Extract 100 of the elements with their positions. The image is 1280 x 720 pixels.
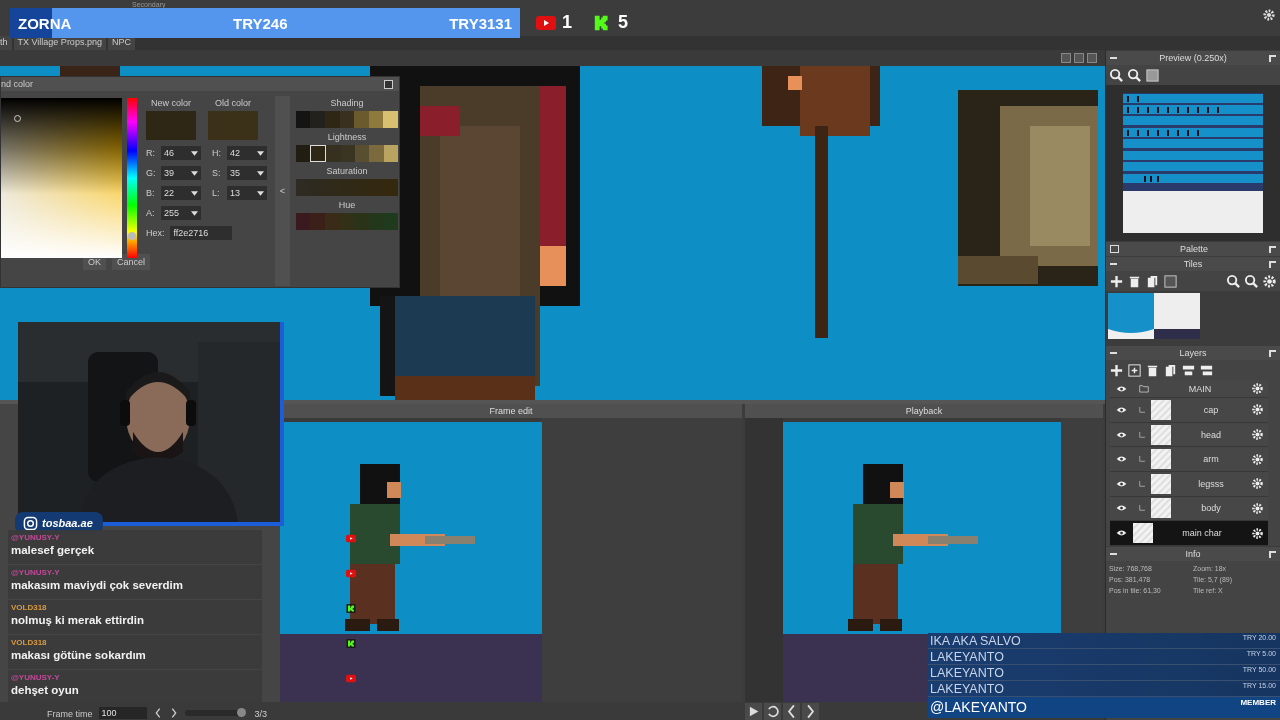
eye-icon[interactable]: [1116, 479, 1127, 488]
caret-icon: [190, 190, 198, 196]
settings-icon[interactable]: [1251, 452, 1264, 466]
palette-title: Shading: [330, 98, 364, 108]
play-icon[interactable]: [745, 702, 762, 720]
color-swatch[interactable]: [295, 111, 311, 128]
expand-icon[interactable]: [1110, 245, 1119, 253]
settings-icon[interactable]: [1251, 477, 1264, 491]
play-logo-icon: [346, 569, 356, 578]
layer-row[interactable]: arm: [1110, 447, 1268, 472]
frame-time-field[interactable]: 100: [98, 707, 147, 719]
zoom-in-icon[interactable]: [1109, 67, 1124, 83]
color-swatch[interactable]: [383, 179, 398, 196]
dock-icon[interactable]: [1269, 54, 1276, 62]
water-tile-icon[interactable]: [1108, 293, 1154, 339]
caret-icon: [256, 190, 264, 196]
play-logo-icon: [536, 14, 556, 31]
color-swatch[interactable]: [295, 213, 311, 230]
caret-icon: [190, 150, 198, 156]
value-dropdown[interactable]: 13: [226, 186, 267, 200]
color-swatch[interactable]: [355, 145, 370, 162]
color-swatch[interactable]: [295, 145, 311, 162]
add-group-icon[interactable]: [1127, 362, 1142, 378]
color-swatch[interactable]: [310, 111, 326, 128]
chat-username: @YUNUSY-Y: [11, 673, 61, 682]
settings-icon[interactable]: [1262, 273, 1277, 289]
settings-icon[interactable]: [1251, 526, 1264, 540]
frame-slider[interactable]: [184, 710, 245, 716]
field-label: Hex:: [145, 227, 165, 239]
slider-thumb[interactable]: [236, 708, 246, 717]
swatch-label: New color: [150, 98, 191, 108]
layer-row[interactable]: cap: [1110, 398, 1268, 423]
color-swatch[interactable]: [325, 213, 340, 230]
palette-title: Saturation: [326, 166, 368, 176]
hex-field[interactable]: ff2e2716: [170, 226, 233, 240]
collapse-button[interactable]: <: [274, 96, 290, 286]
copy-icon[interactable]: [1163, 362, 1178, 378]
eye-icon[interactable]: [1116, 430, 1127, 439]
eye-icon[interactable]: [1116, 455, 1127, 464]
settings-icon[interactable]: [1251, 403, 1264, 417]
layer-row[interactable]: MAIN: [1110, 380, 1268, 399]
color-swatch[interactable]: [325, 111, 340, 128]
color-swatch[interactable]: [383, 213, 398, 230]
indent-icon: [1139, 431, 1145, 438]
eye-icon[interactable]: [1116, 384, 1127, 393]
layer-row[interactable]: legsss: [1110, 472, 1268, 497]
layer-row[interactable]: main char: [1110, 521, 1268, 546]
zoom-out-icon[interactable]: [1127, 67, 1142, 83]
panel-title: Layers: [1178, 348, 1208, 358]
member-label: MEMBER: [1240, 697, 1276, 709]
color-swatch[interactable]: [369, 145, 384, 162]
slider-thumb[interactable]: [128, 231, 137, 240]
next-icon[interactable]: [802, 702, 819, 720]
settings-icon[interactable]: [1251, 382, 1264, 395]
blank-tile-icon[interactable]: [1154, 293, 1200, 339]
settings-icon[interactable]: [1251, 502, 1264, 515]
color-swatch[interactable]: [383, 111, 398, 128]
eye-icon[interactable]: [1116, 504, 1127, 513]
dialog-title: nd color: [1, 79, 34, 89]
loop-icon[interactable]: [764, 702, 781, 720]
color-swatch[interactable]: [310, 145, 327, 162]
value-dropdown[interactable]: 35: [226, 166, 267, 180]
layer-name: head: [1200, 429, 1222, 440]
add-icon[interactable]: [1109, 273, 1124, 289]
chat-text: makasım maviydi çok severdim: [11, 579, 184, 591]
color-swatch[interactable]: [310, 179, 326, 196]
dock-icon[interactable]: [1269, 349, 1276, 357]
sprite-canvas[interactable]: [280, 422, 542, 702]
color-swatch[interactable]: [326, 145, 341, 162]
layer-row[interactable]: head: [1110, 422, 1268, 448]
panel-title: Info: [1184, 549, 1202, 559]
color-swatch[interactable]: [295, 179, 311, 196]
value-dropdown[interactable]: 46: [160, 146, 201, 160]
play-logo-icon: [346, 674, 356, 683]
color-field[interactable]: [1, 98, 123, 258]
zoom-in-icon[interactable]: [1226, 273, 1241, 289]
swatch-label: Old color: [214, 98, 251, 108]
value-dropdown[interactable]: 255: [160, 206, 201, 220]
file-tab[interactable]: th: [0, 36, 12, 50]
color-swatch[interactable]: [310, 213, 326, 230]
value-dropdown[interactable]: 22: [160, 186, 201, 200]
eye-icon[interactable]: [1116, 529, 1127, 538]
cancel-button[interactable]: Cancel: [112, 254, 151, 270]
value-dropdown[interactable]: 39: [160, 166, 201, 180]
tile-icon[interactable]: [1163, 273, 1178, 289]
layer-row[interactable]: body: [1110, 496, 1268, 522]
chat-text: malesef gerçek: [11, 544, 96, 556]
zoom-out-icon[interactable]: [1244, 273, 1259, 289]
add-icon[interactable]: [1109, 362, 1124, 378]
settings-icon[interactable]: [1262, 8, 1276, 22]
previous-icon[interactable]: [783, 702, 800, 720]
fit-icon[interactable]: [1145, 67, 1160, 83]
color-swatch[interactable]: [354, 111, 369, 128]
value-dropdown[interactable]: 42: [226, 146, 267, 160]
settings-icon[interactable]: [1251, 428, 1264, 441]
copy-icon[interactable]: [1145, 273, 1160, 289]
dock-icon[interactable]: [1269, 550, 1276, 558]
eye-icon[interactable]: [1116, 405, 1127, 414]
hue-slider[interactable]: [127, 98, 137, 258]
color-swatch[interactable]: [354, 213, 369, 230]
